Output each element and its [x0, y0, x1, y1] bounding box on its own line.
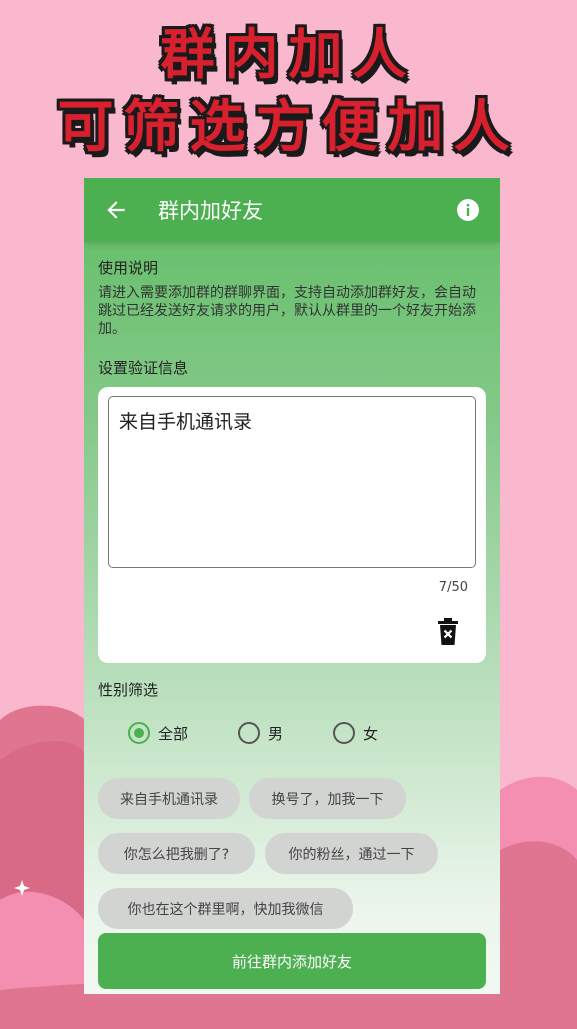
radio-unchecked-icon: [238, 722, 261, 744]
promo-headline-line2: 可筛选方便加人: [57, 95, 520, 160]
instructions-body: 请进入需要添加群的群聊界面，支持自动添加群好友，会自动跳过已经发送好友请求的用户…: [98, 285, 476, 337]
app-bar: 群内加好友: [84, 178, 500, 242]
gender-option-female[interactable]: 女: [333, 722, 378, 744]
go-add-friends-button[interactable]: 前往群内添加好友: [98, 933, 486, 989]
preset-chip[interactable]: 你怎么把我删了?: [98, 833, 255, 874]
info-icon[interactable]: [456, 198, 480, 222]
gender-option-male[interactable]: 男: [238, 722, 283, 744]
page-title: 群内加好友: [158, 199, 263, 223]
gender-option-label: 男: [268, 724, 284, 743]
arrow-left-icon[interactable]: [88, 178, 144, 242]
preset-chip[interactable]: 来自手机通讯录: [98, 778, 240, 819]
preset-chip[interactable]: 你也在这个群里啊，快加我微信: [98, 888, 353, 929]
instructions-heading: 使用说明: [98, 259, 159, 277]
gender-option-all[interactable]: 全部: [128, 722, 188, 744]
trash-icon[interactable]: [436, 618, 460, 646]
gender-option-label: 全部: [158, 724, 189, 743]
gender-option-label: 女: [363, 724, 379, 743]
radio-checked-icon: [128, 722, 150, 744]
gender-heading: 性别筛选: [98, 681, 159, 699]
app-screen: 群内加好友 使用说明 请进入需要添加群的群聊界面，支持自动添加群好友，会自动跳过…: [84, 178, 500, 994]
radio-unchecked-icon: [333, 722, 356, 744]
verify-heading: 设置验证信息: [98, 359, 189, 377]
verify-message-input[interactable]: 来自手机通讯录: [108, 396, 476, 568]
gender-radio-group: 全部 男 女: [128, 722, 428, 744]
char-counter: 7/50: [438, 580, 468, 595]
preset-chip[interactable]: 换号了，加我一下: [249, 778, 406, 819]
verify-card: 来自手机通讯录 7/50: [98, 387, 486, 663]
preset-chip[interactable]: 你的粉丝，通过一下: [265, 833, 438, 874]
promo-headline-line1: 群内加人: [160, 23, 417, 86]
